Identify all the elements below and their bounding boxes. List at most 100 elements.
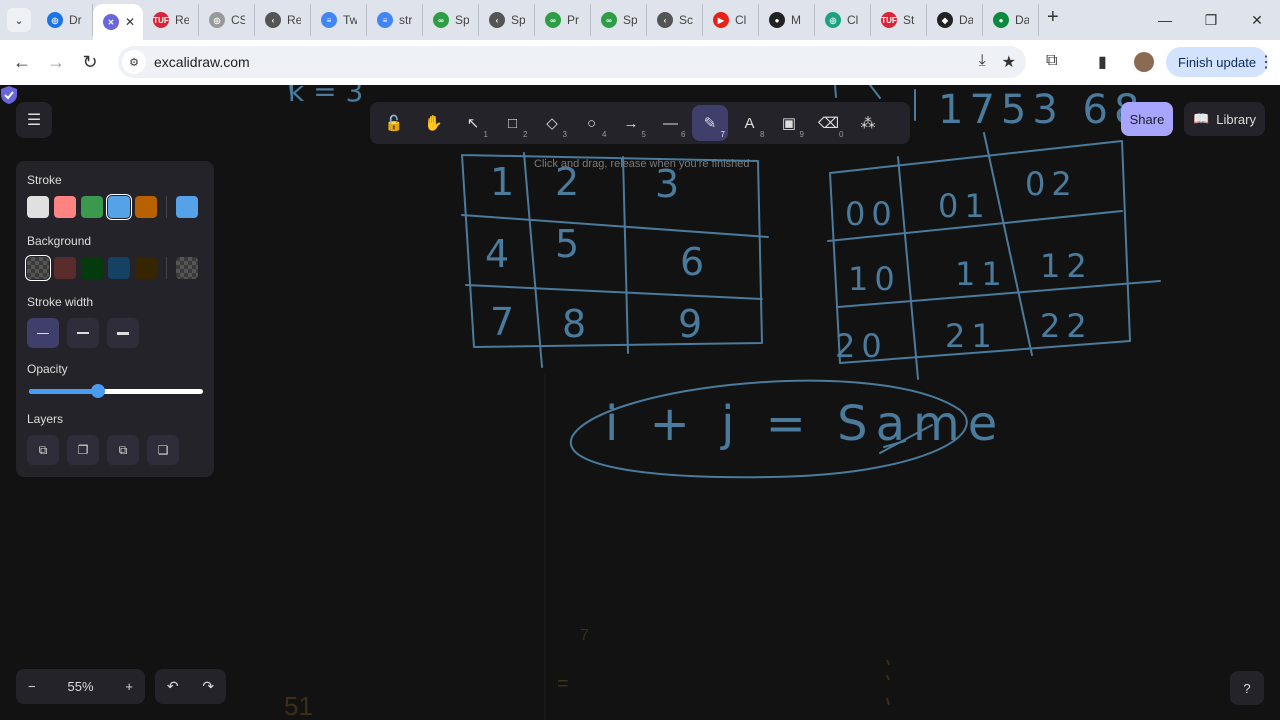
tool-shortcut-key: 7 <box>720 130 725 139</box>
browser-tab[interactable]: ‹ Sp <box>479 4 535 36</box>
stroke-width-thin-button[interactable] <box>27 318 59 348</box>
stroke-color-swatch[interactable] <box>81 196 103 218</box>
line-tool-button[interactable]: —6 <box>653 105 689 141</box>
browser-tab[interactable]: ≡ str <box>367 4 423 36</box>
restore-button[interactable]: ❐ <box>1188 12 1234 29</box>
browser-tab[interactable]: ∞ Pr <box>535 4 591 36</box>
bookmark-star-icon[interactable]: ★ <box>1002 52 1016 72</box>
diamond-tool-button[interactable]: ◇ 3 <box>534 105 570 141</box>
omnibox[interactable]: ⚙ excalidraw.com ⤓ ★ <box>118 46 1026 78</box>
finish-update-button[interactable]: Finish update <box>1166 47 1269 77</box>
hand-tool-button[interactable]: ✋ <box>416 105 452 141</box>
right-grid-index: 02 <box>1025 165 1078 203</box>
forward-button[interactable]: → <box>39 52 73 73</box>
draw-tool-button[interactable]: ✎ 7 <box>692 105 728 141</box>
stroke-color-swatch[interactable] <box>54 196 76 218</box>
site-info-icon[interactable]: ⚙ <box>122 50 146 74</box>
background-heading: Background <box>27 234 92 248</box>
background-color-swatch[interactable] <box>25 255 51 281</box>
bring-to-front-icon: ❏ <box>157 443 169 457</box>
tab-title: Sc <box>679 13 693 27</box>
zoom-in-button[interactable]: + <box>125 679 133 694</box>
bring-forward-icon: ⧉ <box>118 442 128 457</box>
back-button[interactable]: ← <box>5 52 39 73</box>
url-text[interactable]: excalidraw.com <box>154 54 250 70</box>
tab-title: Da <box>1015 13 1029 27</box>
browser-tab[interactable]: ✕ ✕ <box>93 4 143 40</box>
new-tab-button[interactable]: + <box>1047 6 1059 29</box>
browser-tab[interactable]: ∞ Sp <box>591 4 647 36</box>
stroke-color-swatch[interactable] <box>106 194 132 220</box>
send-backward-icon: ❐ <box>77 443 89 457</box>
browser-tab[interactable]: ◎ Dr <box>37 4 93 36</box>
selection-tool-button[interactable]: ↖ 1 <box>455 105 491 141</box>
tab-title: Cl <box>847 13 859 27</box>
background-color-swatch[interactable] <box>81 257 103 279</box>
browser-tab[interactable]: ≡ Tw <box>311 4 367 36</box>
stroke-color-swatch[interactable] <box>27 196 49 218</box>
lock-tool-button[interactable]: 🔓 <box>376 105 412 141</box>
opacity-slider-thumb[interactable] <box>90 384 105 398</box>
extensions-icon[interactable]: ⧉ <box>1046 52 1057 70</box>
reload-button[interactable]: ↻ <box>73 52 107 73</box>
send-backward-button[interactable]: ❐ <box>67 435 99 465</box>
browser-tab[interactable]: ▶ Cl <box>703 4 759 36</box>
browser-tab[interactable]: TUF St <box>871 4 927 36</box>
background-swatches <box>25 255 203 281</box>
tab-favicon-icon: ◎ <box>47 12 63 28</box>
browser-tab[interactable]: ∞ Sp <box>423 4 479 36</box>
main-menu-button[interactable]: ☰ <box>16 102 52 138</box>
arrow-tool-button[interactable]: → 5 <box>613 105 649 141</box>
share-button[interactable]: Share <box>1121 102 1173 136</box>
browser-tab[interactable]: ● Da <box>983 4 1039 36</box>
browser-tab[interactable]: ‹ Sc <box>647 4 703 36</box>
zoom-level[interactable]: 55% <box>67 679 93 694</box>
opacity-slider[interactable] <box>27 384 203 398</box>
browser-tab[interactable]: ‹ Re <box>255 4 311 36</box>
browser-tab[interactable]: TUF Re <box>143 4 199 36</box>
extra-tools-tool-button[interactable]: ⁂ <box>850 105 886 141</box>
text-tool-button[interactable]: A8 <box>732 105 768 141</box>
background-color-swatch[interactable] <box>108 257 130 279</box>
bring-forward-button[interactable]: ⧉ <box>107 435 139 465</box>
stroke-color-swatch[interactable] <box>135 196 157 218</box>
drawing-canvas[interactable]: 7 = 51 k = 3 1753 68 i + j = Same 123456… <box>0 85 1280 720</box>
library-button[interactable]: 📖 Library <box>1184 102 1265 136</box>
stroke-width-extra-bold-button[interactable] <box>107 318 139 348</box>
minimize-button[interactable]: — <box>1142 12 1188 28</box>
shield-check-icon[interactable] <box>0 85 18 105</box>
eraser-tool-button[interactable]: ⌫ 0 <box>811 105 847 141</box>
background-color-swatch[interactable] <box>135 257 157 279</box>
browser-tab[interactable]: ◆ Da <box>927 4 983 36</box>
profile-avatar[interactable] <box>1134 52 1154 72</box>
more-menu-icon[interactable]: ⋮ <box>1258 52 1274 72</box>
browser-tab[interactable]: ◎ Cl <box>815 4 871 36</box>
zoom-out-button[interactable]: − <box>28 679 36 694</box>
help-button[interactable]: ? <box>1230 671 1264 705</box>
stroke-current-color[interactable] <box>176 196 198 218</box>
right-grid-index: 11 <box>955 255 1008 293</box>
stroke-width-bold-button[interactable] <box>67 318 99 348</box>
ellipse-tool-button[interactable]: ○ 4 <box>574 105 610 141</box>
tab-favicon-icon: ● <box>769 12 785 28</box>
browser-tab[interactable]: ◎ CS <box>199 4 255 36</box>
close-tab-icon[interactable]: ✕ <box>125 15 135 29</box>
tab-search-button[interactable]: ⌄ <box>7 8 31 32</box>
close-window-button[interactable]: ✕ <box>1234 12 1280 29</box>
undo-icon[interactable]: ↶ <box>167 678 179 695</box>
background-color-swatch[interactable] <box>54 257 76 279</box>
tool-shortcut-key: 3 <box>562 130 567 139</box>
rectangle-tool-button[interactable]: □ 2 <box>495 105 531 141</box>
bring-to-front-button[interactable]: ❏ <box>147 435 179 465</box>
redo-icon[interactable]: ↷ <box>202 678 214 695</box>
browser-tab[interactable]: ● M <box>759 4 815 36</box>
image-tool-button[interactable]: ▣ 9 <box>771 105 807 141</box>
background-current-color[interactable] <box>176 257 198 279</box>
tool-shortcut-key: 6 <box>681 130 686 139</box>
right-grid-index: 01 <box>938 187 991 225</box>
tab-favicon-icon: ‹ <box>489 12 505 28</box>
install-app-icon[interactable]: ⤓ <box>979 52 986 72</box>
send-to-back-button[interactable]: ⧉ <box>27 435 59 465</box>
side-panel-icon[interactable]: ▮ <box>1098 52 1107 72</box>
tab-title: CS <box>231 13 245 27</box>
